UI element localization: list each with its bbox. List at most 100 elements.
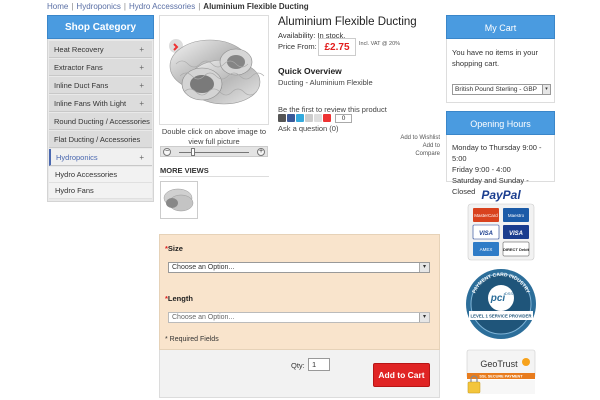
size-select[interactable]: Choose an Option... ▾ — [168, 262, 430, 273]
share-count: 0 — [335, 114, 352, 123]
padlock-icon — [467, 381, 481, 394]
sidebar-item-hydroponics[interactable]: Hydroponics + — [49, 149, 152, 166]
print-icon[interactable] — [278, 114, 286, 122]
breadcrumb-home[interactable]: Home — [47, 2, 68, 11]
add-to-wishlist-link[interactable]: Add to Wishlist — [400, 134, 440, 142]
expand-icon[interactable]: + — [139, 41, 144, 58]
opening-hours-box: Monday to Thursday 9:00 - 5:00 Friday 9:… — [446, 135, 555, 196]
price-label: Price From: — [278, 42, 317, 51]
thumbnail[interactable] — [160, 181, 198, 219]
breadcrumb-hydro-accessories[interactable]: Hydro Accessories — [129, 2, 195, 11]
ask-question-link[interactable]: Ask a question (0) — [278, 124, 338, 133]
zoom-handle[interactable] — [191, 148, 195, 156]
product-title: Aluminium Flexible Ducting — [278, 16, 417, 28]
sidebar-item-label: Flat Ducting / Accessories — [54, 135, 141, 144]
svg-text:Maestro: Maestro — [508, 213, 525, 218]
paypal-badge: PayPal MasterCard Maestro VISA VISA AMEX… — [466, 186, 536, 262]
product-image[interactable] — [159, 15, 269, 125]
breadcrumb-current: Aluminium Flexible Ducting — [203, 2, 309, 11]
chevron-down-icon: ▾ — [542, 85, 550, 94]
review-link[interactable]: Be the first to review this product — [278, 105, 387, 114]
share-buttons — [278, 114, 331, 123]
size-select-value: Choose an Option... — [172, 264, 235, 271]
overview-text: Ducting - Aluminium Flexible — [278, 78, 373, 87]
sidebar-item-label: Round Ducting / Accessories — [54, 117, 150, 126]
category-sidebar: Shop Category Heat Recovery + Extractor F… — [47, 15, 154, 202]
pci-level-text: LEVEL 1 SERVICE PROVIDER — [471, 314, 533, 319]
length-label-text: Length — [167, 294, 193, 303]
size-label-text: Size — [167, 244, 183, 253]
price-value: £2.75 — [318, 38, 356, 56]
more-views-heading: MORE VIEWS — [160, 166, 209, 175]
svg-text:VISA: VISA — [509, 231, 523, 237]
currency-value: British Pound Sterling - GBP — [455, 86, 538, 93]
expand-icon[interactable]: + — [139, 95, 144, 112]
pci-logo: pci — [490, 293, 506, 304]
opening-hours-title: Opening Hours — [446, 111, 555, 135]
sidebar-item-extractor-fans[interactable]: Extractor Fans + — [49, 59, 152, 76]
geotrust-badge: GeoTrust SSL SECURE PAYMENT — [466, 349, 536, 395]
geotrust-mark-icon — [522, 358, 530, 366]
expand-icon[interactable]: + — [139, 59, 144, 76]
sidebar-item-label: Inline Duct Fans — [54, 81, 109, 90]
sidebar-item-flat-ducting[interactable]: Flat Ducting / Accessories — [49, 131, 152, 148]
currency-select[interactable]: British Pound Sterling - GBP ▾ — [452, 84, 551, 95]
zoom-track[interactable] — [179, 152, 249, 153]
my-cart-title: My Cart — [446, 15, 555, 39]
vat-note: Incl. VAT @ 20% — [359, 41, 401, 47]
chevron-down-icon: ▾ — [419, 313, 429, 322]
sidebar-item-label: Extractor Fans — [54, 63, 103, 72]
hours-line: Monday to Thursday 9:00 - 5:00 — [452, 143, 542, 163]
sidebar-item-label: Inline Fans With Light — [54, 99, 127, 108]
breadcrumb-separator: | — [123, 2, 126, 11]
paypal-logo: PayPal — [481, 188, 521, 202]
hours-line: Friday 9:00 - 4:00 — [452, 165, 511, 174]
product-options: *Size Choose an Option... ▾ *Length Choos… — [159, 234, 440, 350]
sidebar-item-label: Hydroponics — [56, 153, 98, 162]
add-to-cart-button[interactable]: Add to Cart — [373, 363, 430, 387]
size-label: *Size — [165, 244, 183, 253]
required-fields-note: * Required Fields — [165, 336, 219, 343]
svg-text:MasterCard: MasterCard — [474, 213, 498, 218]
ducting-image — [169, 39, 265, 105]
length-label: *Length — [165, 294, 193, 303]
sidebar-title: Shop Category — [47, 15, 154, 39]
expand-icon[interactable]: + — [139, 149, 144, 166]
expand-icon[interactable]: + — [139, 77, 144, 94]
chevron-down-icon: ▾ — [419, 263, 429, 272]
svg-text:VISA: VISA — [479, 231, 493, 237]
sidebar-item-heat-recovery[interactable]: Heat Recovery + — [49, 41, 152, 58]
overview-heading: Quick Overview — [278, 66, 342, 76]
sidebar-item-round-ducting[interactable]: Round Ducting / Accessories — [49, 113, 152, 130]
qty-label: Qty: — [291, 361, 305, 370]
sidebar-item-label: Heat Recovery — [54, 45, 104, 54]
breadcrumb-separator: | — [198, 2, 201, 11]
zoom-slider[interactable]: − + — [160, 146, 268, 157]
facebook-icon[interactable] — [287, 114, 295, 122]
svg-text:DIRECT Debit: DIRECT Debit — [503, 247, 530, 252]
divider — [159, 176, 269, 177]
qty-input[interactable]: 1 — [308, 358, 330, 371]
twitter-icon[interactable] — [296, 114, 304, 122]
length-select[interactable]: Choose an Option... ▾ — [168, 312, 430, 323]
email-icon[interactable] — [305, 114, 313, 122]
breadcrumb-hydroponics[interactable]: Hydroponics — [76, 2, 120, 11]
sidebar-subitem-hydro-accessories[interactable]: Hydro Accessories — [49, 167, 152, 183]
add-to-cart-area: Qty: 1 Add to Cart — [159, 350, 440, 398]
zoom-in-icon[interactable]: + — [257, 148, 265, 156]
category-list: Heat Recovery + Extractor Fans + Inline Du… — [47, 39, 154, 202]
breadcrumb: Home | Hydroponics | Hydro Accessories | Alumi… — [47, 2, 309, 11]
image-caption: Double click on above image to view full… — [161, 127, 267, 146]
sidebar-subitem-hydro-fans[interactable]: Hydro Fans — [49, 183, 152, 199]
add-to-compare-link[interactable]: Add to Compare — [400, 142, 440, 158]
geotrust-subtitle: SSL SECURE PAYMENT — [479, 375, 523, 379]
pci-dss-badge: PAYMENT CARD INDUSTRY pci DSS LEVEL 1 SE… — [463, 266, 539, 342]
ducting-thumbnail-image — [163, 188, 194, 212]
more-share-icon[interactable] — [314, 114, 322, 122]
sidebar-item-inline-duct-fans[interactable]: Inline Duct Fans + — [49, 77, 152, 94]
share-plus-icon[interactable] — [323, 114, 331, 122]
zoom-out-icon[interactable]: − — [163, 148, 171, 156]
sidebar-item-inline-fans-with-light[interactable]: Inline Fans With Light + — [49, 95, 152, 112]
cart-empty-text: You have no items in your shopping cart. — [452, 48, 539, 68]
svg-text:AMEX: AMEX — [480, 247, 493, 252]
